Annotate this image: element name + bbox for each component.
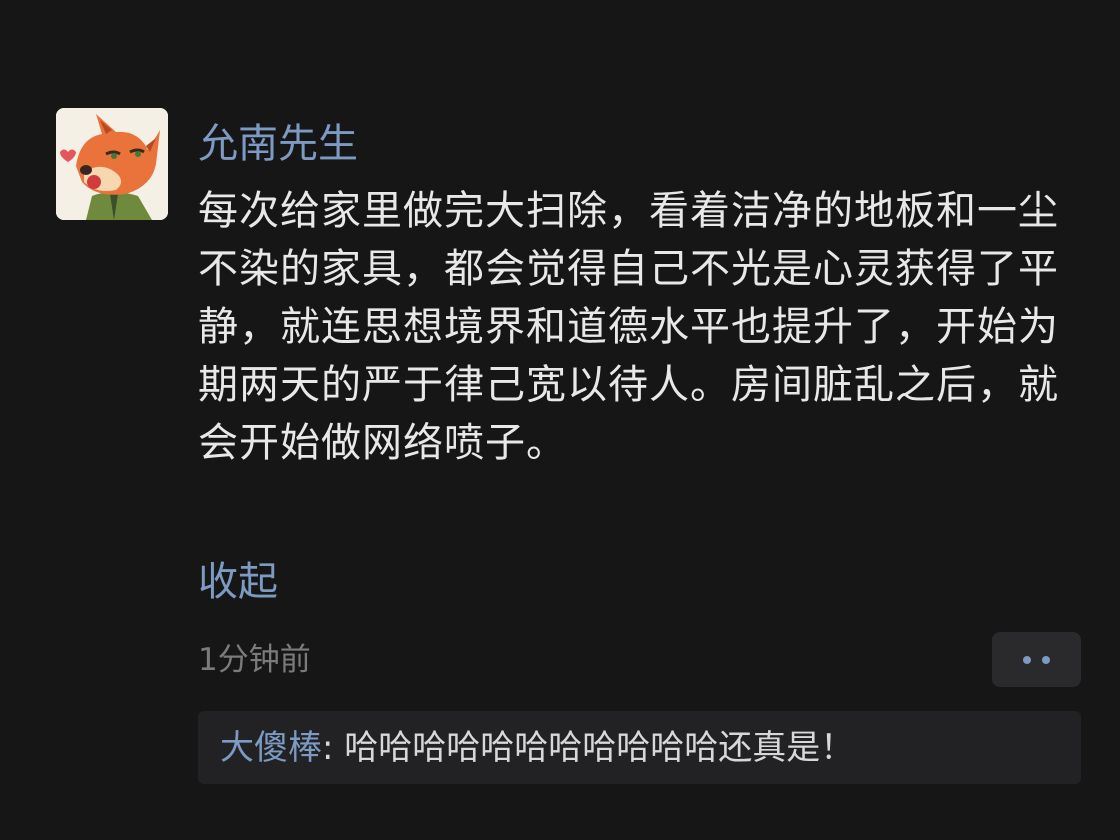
more-dots-icon: [1023, 656, 1031, 664]
comment-item[interactable]: 大傻棒: 哈哈哈哈哈哈哈哈哈哈哈还真是！: [220, 725, 854, 771]
more-dots-icon: [1042, 656, 1050, 664]
post-timestamp: 1分钟前: [198, 642, 311, 678]
comments-panel: 大傻棒: 哈哈哈哈哈哈哈哈哈哈哈还真是！: [198, 711, 1081, 784]
comment-text: 哈哈哈哈哈哈哈哈哈哈哈还真是！: [344, 728, 855, 768]
avatar[interactable]: [56, 108, 168, 220]
comment-separator: :: [322, 728, 345, 768]
post-text: 每次给家里做完大扫除，看着洁净的地板和一尘不染的家具，都会觉得自己不光是心灵获得…: [198, 188, 1059, 466]
comment-author[interactable]: 大傻棒: [220, 728, 322, 768]
author-name[interactable]: 允南先生: [198, 116, 358, 172]
more-actions-button[interactable]: [992, 632, 1081, 687]
fox-avatar-icon: [56, 108, 168, 220]
collapse-link[interactable]: 收起: [198, 554, 278, 610]
moment-post: 允南先生 每次给家里做完大扫除，看着洁净的地板和一尘不染的家具，都会觉得自己不光…: [0, 0, 1120, 840]
